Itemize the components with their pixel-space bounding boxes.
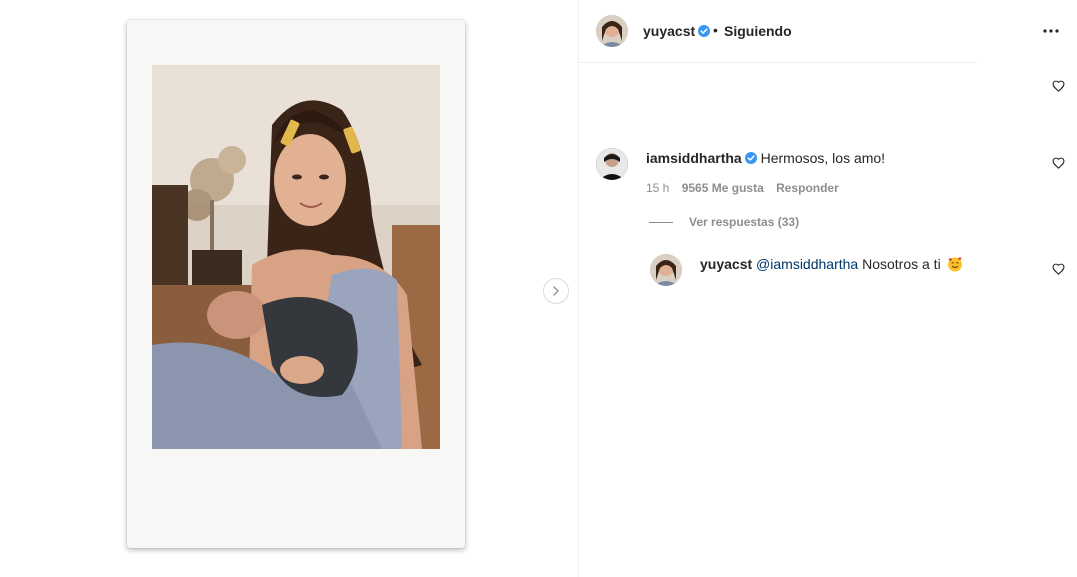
reply-like-button[interactable] xyxy=(1052,263,1065,275)
caption-like-button[interactable] xyxy=(1052,80,1065,92)
comment-likes-count[interactable]: 9565 Me gusta xyxy=(682,181,764,195)
post-photo[interactable] xyxy=(152,65,440,449)
reply-body: yuyacst @iamsiddhartha Nosotros a ti xyxy=(700,255,963,273)
replies-divider-line xyxy=(649,222,673,224)
verified-badge-icon xyxy=(698,25,711,37)
header-separator: • xyxy=(713,22,718,38)
heart-icon xyxy=(1052,263,1065,275)
comment-text: Hermosos, los amo! xyxy=(760,150,886,166)
post-header: yuyacst • Siguiendo xyxy=(579,0,977,63)
comment-like-button[interactable] xyxy=(1052,157,1065,169)
comments-pane: yuyacst • Siguiendo iamsiddhartha Hermos… xyxy=(579,0,1077,577)
instant-photo-frame xyxy=(127,20,465,548)
reply-avatar[interactable] xyxy=(650,254,682,286)
comment-avatar[interactable] xyxy=(596,148,628,180)
author-username-text[interactable]: yuyacst xyxy=(643,23,695,39)
reply-text: Nosotros a ti xyxy=(858,256,941,272)
reply-mention-link[interactable]: @iamsiddhartha xyxy=(756,256,858,272)
more-options-button[interactable] xyxy=(1042,22,1060,40)
author-username[interactable]: yuyacst xyxy=(643,23,711,39)
reply-username[interactable]: yuyacst xyxy=(700,256,752,272)
view-replies-button[interactable]: Ver respuestas (33) xyxy=(649,215,799,229)
heart-icon xyxy=(1052,157,1065,169)
chevron-right-icon xyxy=(553,286,559,296)
more-horizontal-icon xyxy=(1043,29,1059,33)
reply-button[interactable]: Responder xyxy=(776,181,839,195)
following-button[interactable]: Siguiendo xyxy=(724,23,792,39)
comment-meta: 15 h 9565 Me gusta Responder xyxy=(646,181,848,195)
comment-username[interactable]: iamsiddhartha xyxy=(646,150,742,166)
comment-body: iamsiddhartha Hermosos, los amo! xyxy=(646,149,885,167)
next-image-button[interactable] xyxy=(543,278,569,304)
view-replies-label[interactable]: Ver respuestas (33) xyxy=(689,215,799,229)
author-avatar[interactable] xyxy=(596,15,628,47)
post-media-pane xyxy=(0,0,578,577)
heart-icon xyxy=(1052,80,1065,92)
smiling-face-with-hearts-icon xyxy=(947,257,962,272)
comment-time[interactable]: 15 h xyxy=(646,181,669,195)
verified-badge-icon xyxy=(744,152,757,164)
